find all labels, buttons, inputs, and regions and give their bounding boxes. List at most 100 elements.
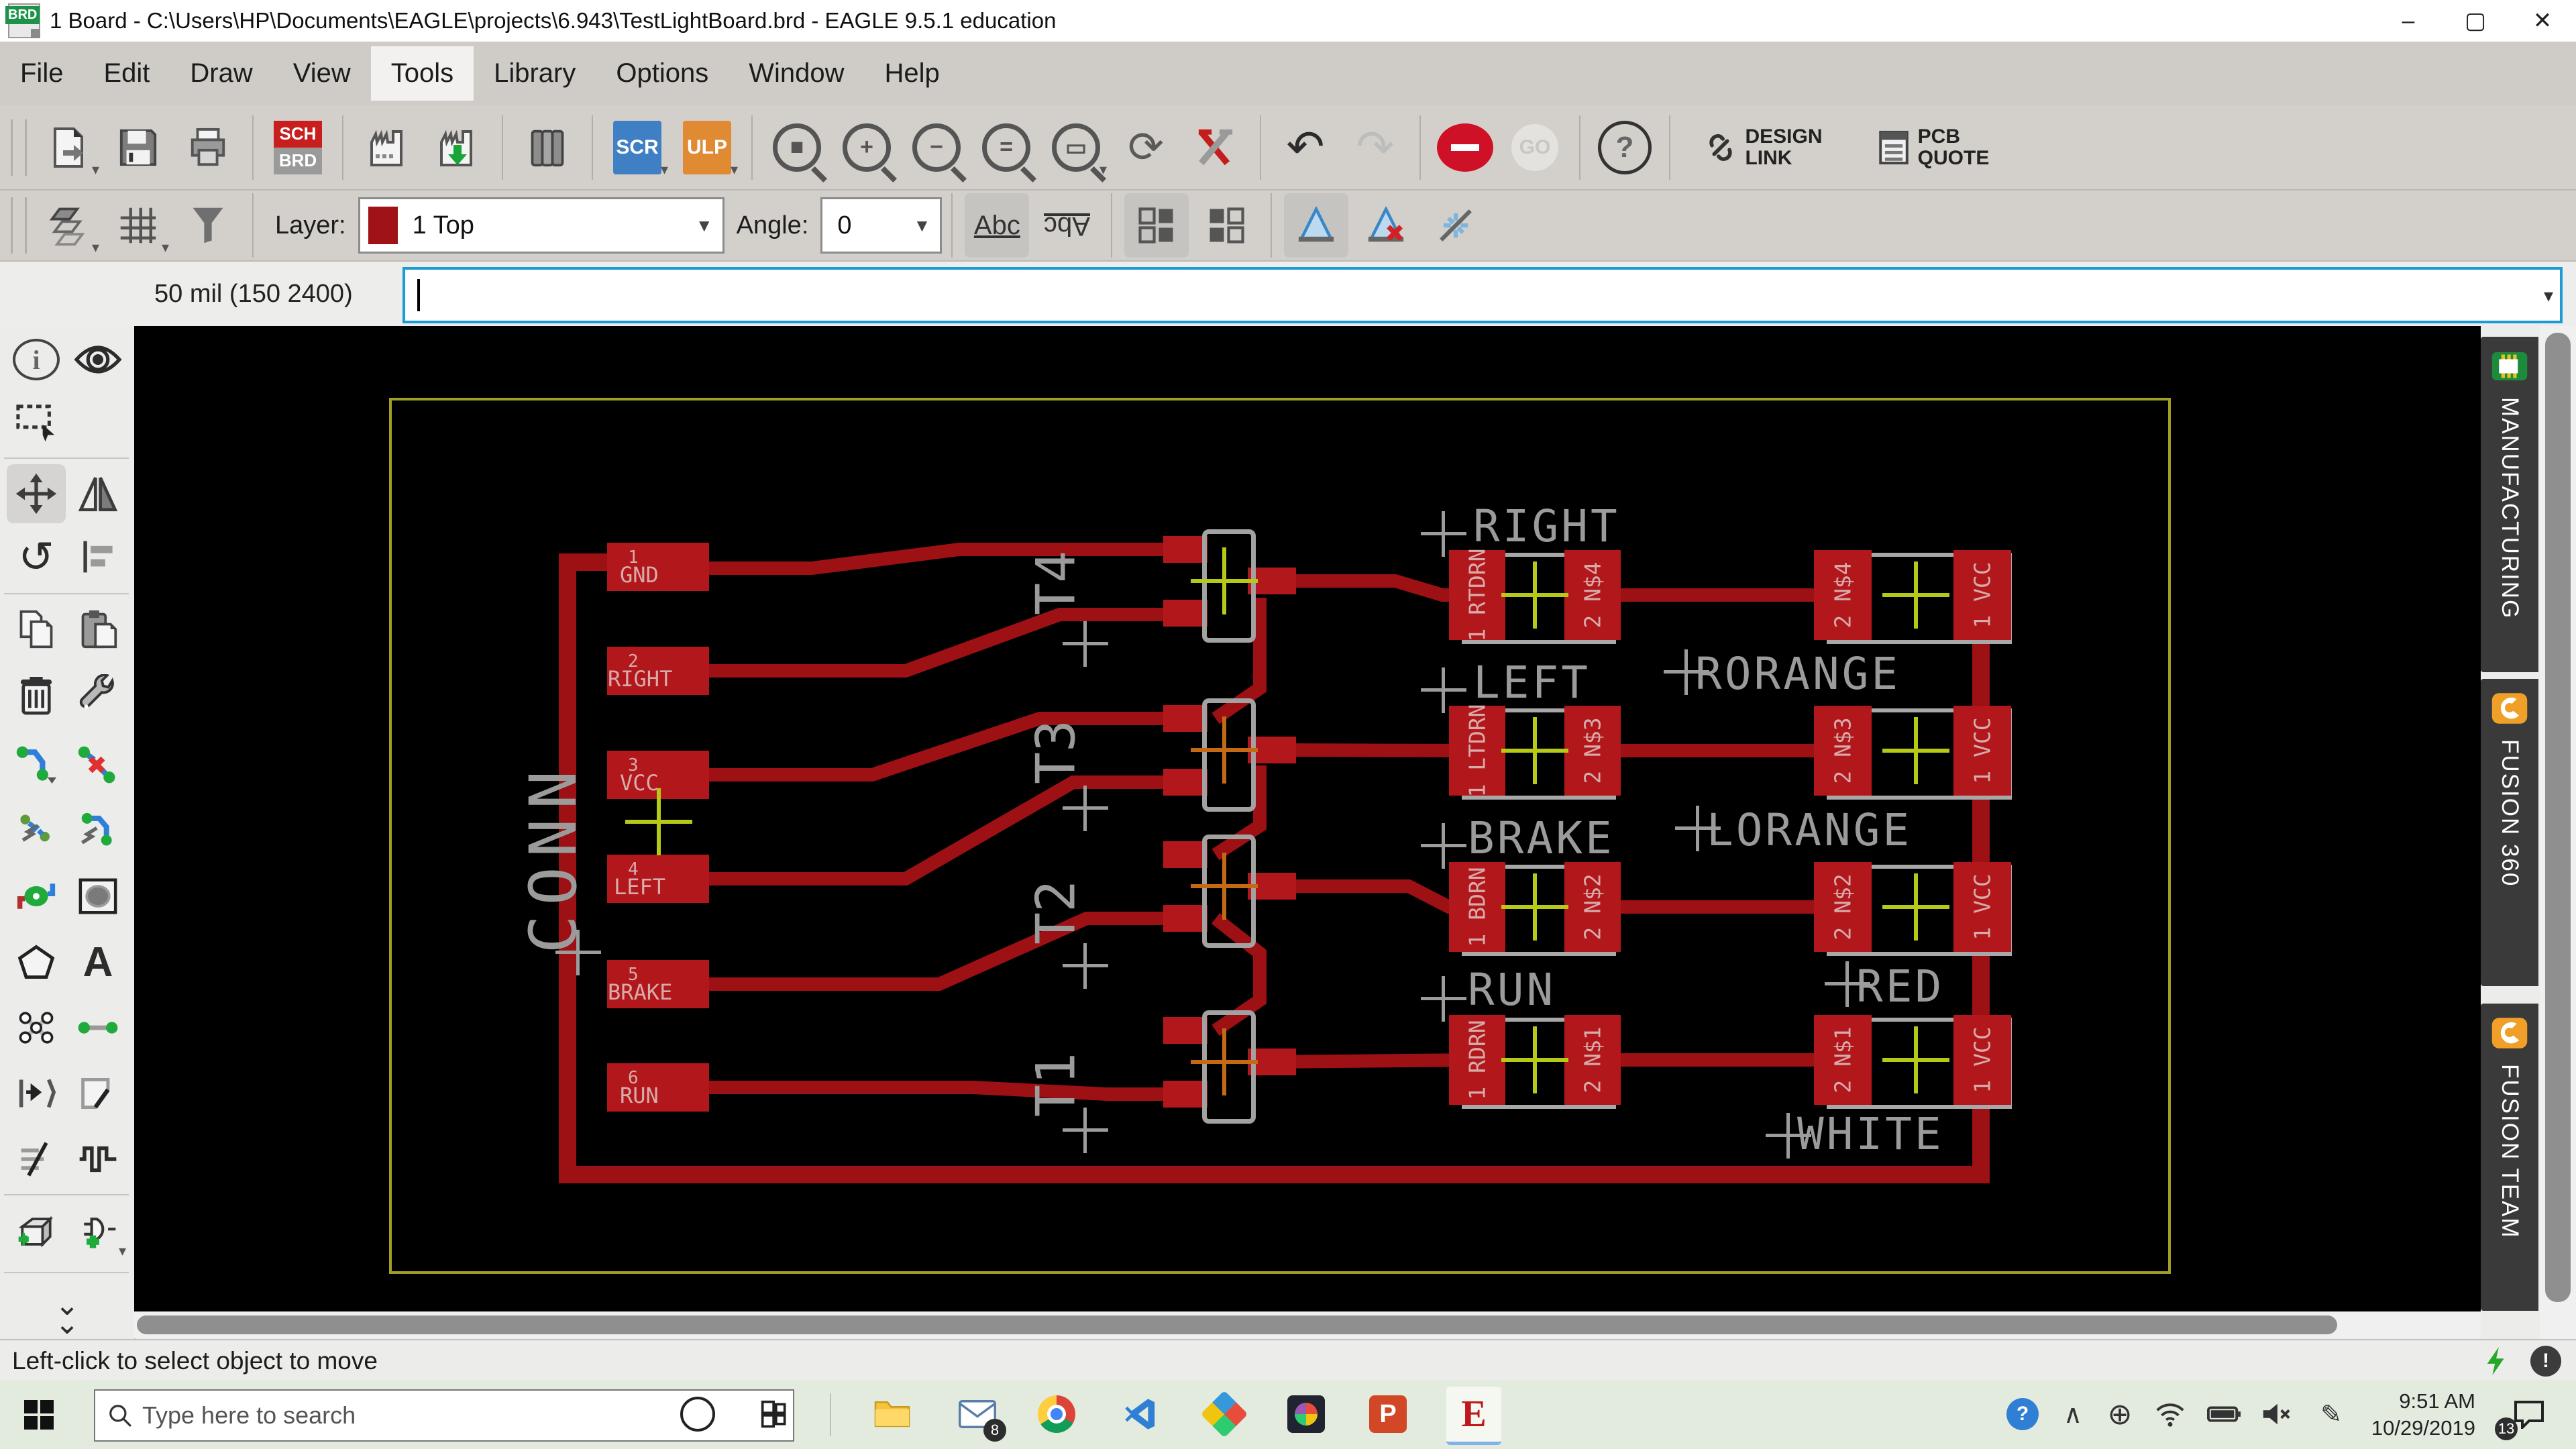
- command-input[interactable]: ▾: [402, 267, 2563, 323]
- pcb-quote-button[interactable]: PCB QUOTE: [1849, 115, 2017, 180]
- text-mirrored-button[interactable]: Abc: [1034, 193, 1099, 258]
- taskbar-vscode[interactable]: [1117, 1391, 1164, 1438]
- taskbar-mail[interactable]: 8: [954, 1391, 1006, 1442]
- optimize-tool-button[interactable]: [68, 801, 127, 860]
- add-part-tool-button[interactable]: [7, 1202, 66, 1261]
- redo-button[interactable]: ↷: [1343, 115, 1407, 180]
- ripup-tool-button[interactable]: [68, 735, 127, 794]
- taskbar-powerpoint[interactable]: P: [1364, 1391, 1411, 1438]
- run-ulp-button[interactable]: ULP ▾: [675, 115, 739, 180]
- open-file-button[interactable]: ▾: [36, 115, 101, 180]
- dimension-tool-button[interactable]: [7, 1064, 66, 1123]
- close-button[interactable]: ✕: [2509, 0, 2576, 42]
- mirror-tool-button[interactable]: [68, 464, 127, 523]
- schematic-board-switch-button[interactable]: SCH BRD: [266, 115, 330, 180]
- tray-chevron[interactable]: ∧: [2049, 1391, 2096, 1438]
- split-tool-button[interactable]: [7, 801, 66, 860]
- start-button[interactable]: [23, 1399, 55, 1431]
- action-center-button[interactable]: 13: [2495, 1391, 2553, 1440]
- paste-tool-button[interactable]: [68, 600, 127, 659]
- cam-download-button[interactable]: [425, 115, 490, 180]
- tray-help[interactable]: ?: [1999, 1391, 2046, 1438]
- cortana-button[interactable]: [674, 1391, 721, 1438]
- help-button[interactable]: ?: [1593, 115, 1657, 180]
- meander-tool-button[interactable]: [68, 1130, 127, 1189]
- pattern-b-button[interactable]: [1194, 193, 1258, 258]
- zoom-select-button[interactable]: ▭ ▾: [1044, 115, 1108, 180]
- errors-indicator[interactable]: !: [2530, 1346, 2561, 1377]
- taskbar-eagle-active[interactable]: E: [1446, 1387, 1501, 1445]
- taskbar-photos[interactable]: [1283, 1391, 1330, 1438]
- maximize-button[interactable]: ▢: [2442, 0, 2509, 42]
- zoom-in-button[interactable]: +: [835, 115, 899, 180]
- tab-manufacturing[interactable]: MANUFACTURING: [2481, 337, 2538, 672]
- swap-layers-button[interactable]: [1183, 115, 1248, 180]
- align-tool-button[interactable]: [68, 527, 127, 586]
- minimize-button[interactable]: –: [2375, 0, 2442, 42]
- ratsnest-tool-button[interactable]: [7, 998, 66, 1057]
- menu-options[interactable]: Options: [596, 46, 729, 101]
- tray-network[interactable]: ⊕: [2096, 1391, 2143, 1438]
- layer-select[interactable]: 1 Top ▼: [358, 197, 724, 254]
- tray-wifi[interactable]: [2147, 1391, 2194, 1438]
- toolbar-drag-handle[interactable]: [11, 119, 27, 176]
- angle-snap-button[interactable]: [1284, 193, 1349, 258]
- refresh-button[interactable]: ⟳: [1114, 115, 1178, 180]
- pattern-a-button[interactable]: [1124, 193, 1189, 258]
- copy-tool-button[interactable]: [7, 600, 66, 659]
- wire-tool-button[interactable]: [68, 998, 127, 1057]
- grid-button[interactable]: ▾: [106, 193, 170, 258]
- design-link-button[interactable]: DESIGN LINK: [1682, 115, 1843, 180]
- route-tool-button[interactable]: [7, 735, 66, 794]
- save-button[interactable]: [106, 115, 170, 180]
- tray-battery[interactable]: [2200, 1391, 2247, 1438]
- task-view-button[interactable]: [751, 1391, 798, 1438]
- menu-help[interactable]: Help: [865, 46, 960, 101]
- menu-view[interactable]: View: [273, 46, 371, 101]
- undo-button[interactable]: ↶: [1273, 115, 1338, 180]
- miter-tool-button[interactable]: [68, 1064, 127, 1123]
- angle-snap-off-button[interactable]: [1354, 193, 1418, 258]
- angle-select[interactable]: 0 ▼: [820, 197, 943, 254]
- taskbar-clock[interactable]: 9:51 AM 10/29/2019: [2371, 1388, 2475, 1442]
- rotate-tool-button[interactable]: ↺: [7, 527, 66, 586]
- via-tool-button[interactable]: [7, 867, 66, 926]
- tab-fusion-360[interactable]: FUSION 360: [2481, 679, 2538, 986]
- menu-file[interactable]: File: [0, 46, 83, 101]
- vertical-scrollbar-thumb[interactable]: [2545, 333, 2571, 1302]
- horizontal-scrollbar[interactable]: [134, 1311, 2481, 1338]
- board-canvas[interactable]: CONN 1 GND 2 RIGHT 3 VCC 4 LEFT 5 BRAKE …: [134, 326, 2481, 1311]
- circle-tool-button[interactable]: [68, 867, 127, 926]
- taskbar-chrome[interactable]: [1033, 1391, 1080, 1438]
- layer-settings-button[interactable]: ▾: [36, 193, 101, 258]
- tray-pen[interactable]: ✎: [2308, 1391, 2355, 1438]
- zoom-redraw-button[interactable]: =: [974, 115, 1038, 180]
- info-tool-button[interactable]: i: [7, 330, 66, 389]
- print-button[interactable]: [176, 115, 240, 180]
- filter-button[interactable]: [176, 193, 240, 258]
- polygon-tool-button[interactable]: [7, 932, 66, 991]
- move-tool-button[interactable]: [7, 464, 66, 523]
- palette-expand-button[interactable]: ⌄ ⌄: [38, 1285, 97, 1344]
- text-tool-button[interactable]: A: [68, 932, 127, 991]
- add-device-tool-button[interactable]: ▾: [68, 1202, 127, 1261]
- menu-draw[interactable]: Draw: [170, 46, 272, 101]
- zoom-out-button[interactable]: −: [904, 115, 969, 180]
- toolbar-drag-handle[interactable]: [11, 197, 27, 254]
- text-normal-button[interactable]: Abc: [965, 193, 1030, 258]
- menu-library[interactable]: Library: [474, 46, 596, 101]
- go-button[interactable]: GO: [1503, 115, 1567, 180]
- menu-edit[interactable]: Edit: [83, 46, 170, 101]
- snap-marker-button[interactable]: [1424, 193, 1488, 258]
- show-tool-button[interactable]: [68, 330, 127, 389]
- menu-window[interactable]: Window: [729, 46, 864, 101]
- dropdown-arrow-icon[interactable]: ▾: [2544, 284, 2553, 307]
- taskbar-office[interactable]: [1200, 1390, 1248, 1438]
- stop-button[interactable]: [1433, 115, 1497, 180]
- group-select-tool-button[interactable]: [7, 393, 66, 452]
- slice-tool-button[interactable]: [7, 1130, 66, 1189]
- library-button[interactable]: [515, 115, 580, 180]
- change-tool-button[interactable]: [68, 665, 127, 724]
- autorouter-lightning-icon[interactable]: [2482, 1346, 2513, 1377]
- delete-tool-button[interactable]: [7, 665, 66, 724]
